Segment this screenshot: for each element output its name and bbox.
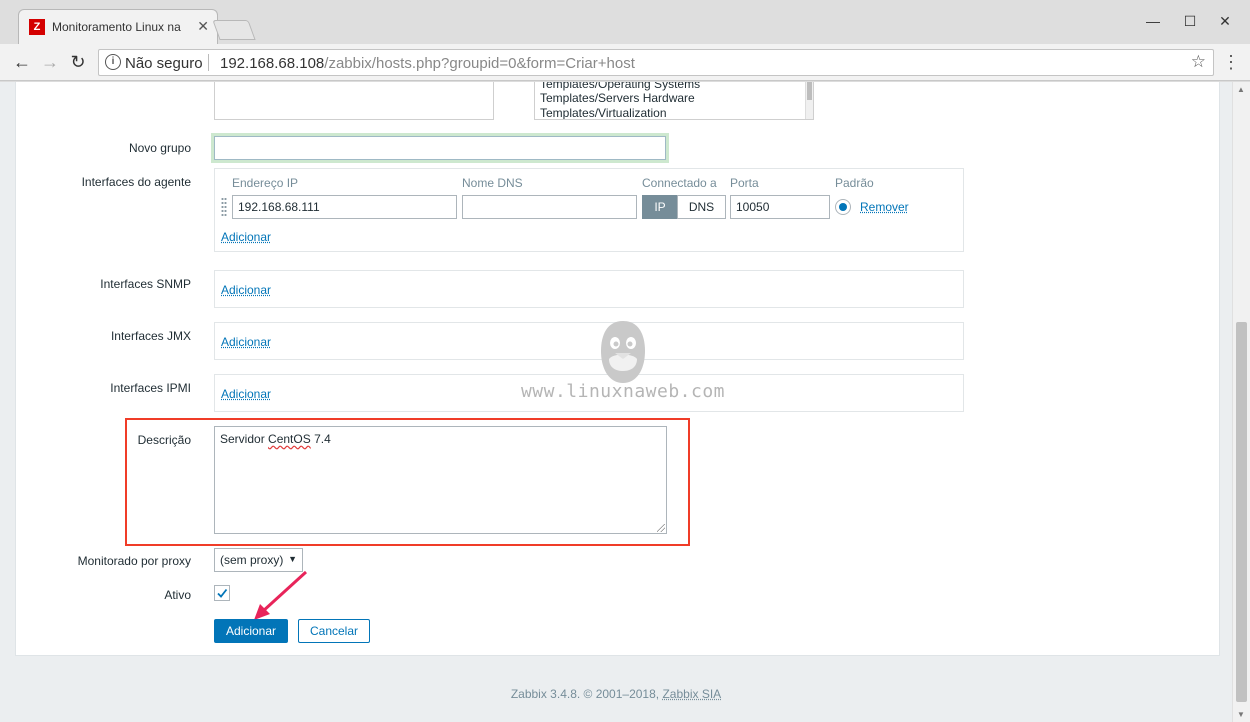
address-bar[interactable]: i Não seguro 192.168.68.108/zabbix/hosts… bbox=[98, 49, 1214, 76]
dropdown-caret-icon: ▼ bbox=[288, 554, 297, 564]
jmx-interfaces-panel: Adicionar bbox=[214, 322, 964, 360]
minimize-icon[interactable]: — bbox=[1138, 10, 1168, 32]
browser-menu-icon[interactable]: ⋮ bbox=[1222, 50, 1240, 74]
proxy-label: Monitorado por proxy bbox=[77, 554, 191, 568]
default-interface-radio[interactable] bbox=[835, 199, 851, 215]
new-group-label: Novo grupo bbox=[128, 141, 191, 155]
forward-icon[interactable]: → bbox=[38, 50, 62, 74]
add-jmx-interface-link[interactable]: Adicionar bbox=[221, 335, 271, 349]
add-agent-interface-link[interactable]: Adicionar bbox=[221, 230, 271, 244]
maximize-icon[interactable]: ☐ bbox=[1175, 10, 1205, 32]
listbox-scrollbar[interactable] bbox=[805, 82, 813, 119]
list-item[interactable]: Templates/Servers Hardware bbox=[540, 91, 695, 105]
col-ip-address: Endereço IP bbox=[232, 176, 299, 190]
add-ipmi-interface-link[interactable]: Adicionar bbox=[221, 387, 271, 401]
other-groups-listbox[interactable]: Templates/Operating Systems Templates/Se… bbox=[534, 82, 814, 120]
list-item[interactable]: Templates/Virtualization bbox=[540, 106, 667, 119]
zabbix-favicon-icon: Z bbox=[29, 19, 45, 35]
add-host-button[interactable]: Adicionar bbox=[214, 619, 288, 643]
footer-company-link[interactable]: Zabbix SIA bbox=[662, 687, 721, 701]
back-icon[interactable]: ← bbox=[10, 50, 34, 74]
enabled-label: Ativo bbox=[164, 588, 191, 602]
url-text[interactable]: 192.168.68.108/zabbix/hosts.php?groupid=… bbox=[220, 55, 635, 72]
agent-port-input[interactable]: 10050 bbox=[730, 195, 830, 219]
col-default: Padrão bbox=[835, 176, 874, 190]
browser-toolbar: ← → ↻ i Não seguro 192.168.68.108/zabbix… bbox=[0, 44, 1250, 81]
jmx-interfaces-label: Interfaces JMX bbox=[110, 329, 191, 343]
description-word-misspelled: CentOS bbox=[268, 432, 311, 446]
description-word: Servidor bbox=[220, 432, 265, 446]
col-dns-name: Nome DNS bbox=[462, 176, 523, 190]
footer-text: Zabbix 3.4.8. © 2001–2018, bbox=[510, 687, 660, 701]
cancel-button[interactable]: Cancelar bbox=[298, 619, 370, 643]
description-label: Descrição bbox=[137, 433, 191, 447]
url-path: /zabbix/hosts.php?groupid=0&form=Criar+h… bbox=[324, 55, 635, 72]
browser-tab[interactable]: Z Monitoramento Linux na ✕ bbox=[18, 9, 218, 44]
col-port: Porta bbox=[730, 176, 759, 190]
ipmi-interfaces-label: Interfaces IPMI bbox=[110, 381, 191, 395]
page-viewport: Templates/Operating Systems Templates/Se… bbox=[0, 82, 1232, 722]
list-item[interactable]: Templates/Operating Systems bbox=[540, 82, 700, 91]
description-word: 7.4 bbox=[314, 432, 331, 446]
enabled-checkbox[interactable] bbox=[214, 585, 230, 601]
col-connect-to: Connectado a bbox=[642, 176, 717, 190]
page-scroll-thumb[interactable] bbox=[1236, 322, 1247, 702]
ipmi-interfaces-panel: Adicionar bbox=[214, 374, 964, 412]
remove-interface-link[interactable]: Remover bbox=[860, 200, 909, 214]
security-label: Não seguro bbox=[125, 55, 203, 72]
add-snmp-interface-link[interactable]: Adicionar bbox=[221, 283, 271, 297]
new-tab-button[interactable] bbox=[212, 20, 256, 40]
agent-interfaces-panel: Endereço IP Nome DNS Connectado a Porta … bbox=[214, 168, 964, 252]
info-icon[interactable]: i bbox=[105, 54, 121, 70]
agent-interfaces-label: Interfaces do agente bbox=[81, 175, 191, 189]
bookmark-star-icon[interactable]: ☆ bbox=[1191, 52, 1206, 72]
annotation-arrow-icon bbox=[254, 570, 308, 620]
resize-grip-icon[interactable] bbox=[657, 524, 665, 532]
scroll-up-icon[interactable]: ▲ bbox=[1237, 85, 1245, 94]
connect-dns-toggle[interactable]: DNS bbox=[677, 195, 726, 219]
browser-titlebar: Z Monitoramento Linux na ✕ — ☐ ✕ bbox=[0, 0, 1250, 44]
close-icon[interactable]: ✕ bbox=[1210, 10, 1240, 32]
description-textarea[interactable]: Servidor CentOS 7.4 bbox=[214, 426, 667, 534]
page-scrollbar[interactable]: ▲ ▼ bbox=[1232, 82, 1250, 722]
checkmark-icon bbox=[217, 588, 228, 598]
reload-icon[interactable]: ↻ bbox=[66, 50, 90, 74]
snmp-interfaces-panel: Adicionar bbox=[214, 270, 964, 308]
agent-dns-input[interactable] bbox=[462, 195, 637, 219]
new-group-input[interactable] bbox=[214, 136, 666, 160]
omnibox-divider bbox=[208, 54, 209, 71]
proxy-selected-value: (sem proxy) bbox=[220, 553, 284, 567]
drag-handle-icon[interactable] bbox=[221, 197, 227, 217]
connect-ip-toggle[interactable]: IP bbox=[642, 195, 678, 219]
snmp-interfaces-label: Interfaces SNMP bbox=[100, 277, 191, 291]
page-footer: Zabbix 3.4.8. © 2001–2018, Zabbix SIA bbox=[0, 687, 1232, 701]
scroll-down-icon[interactable]: ▼ bbox=[1237, 710, 1245, 719]
host-groups-listbox[interactable] bbox=[214, 82, 494, 120]
tab-close-icon[interactable]: ✕ bbox=[197, 18, 209, 35]
tab-title: Monitoramento Linux na bbox=[52, 20, 181, 34]
host-form-card: Templates/Operating Systems Templates/Se… bbox=[15, 82, 1220, 656]
url-host: 192.168.68.108 bbox=[220, 55, 325, 72]
agent-ip-input[interactable]: 192.168.68.111 bbox=[232, 195, 457, 219]
listbox-scroll-thumb[interactable] bbox=[807, 82, 812, 100]
